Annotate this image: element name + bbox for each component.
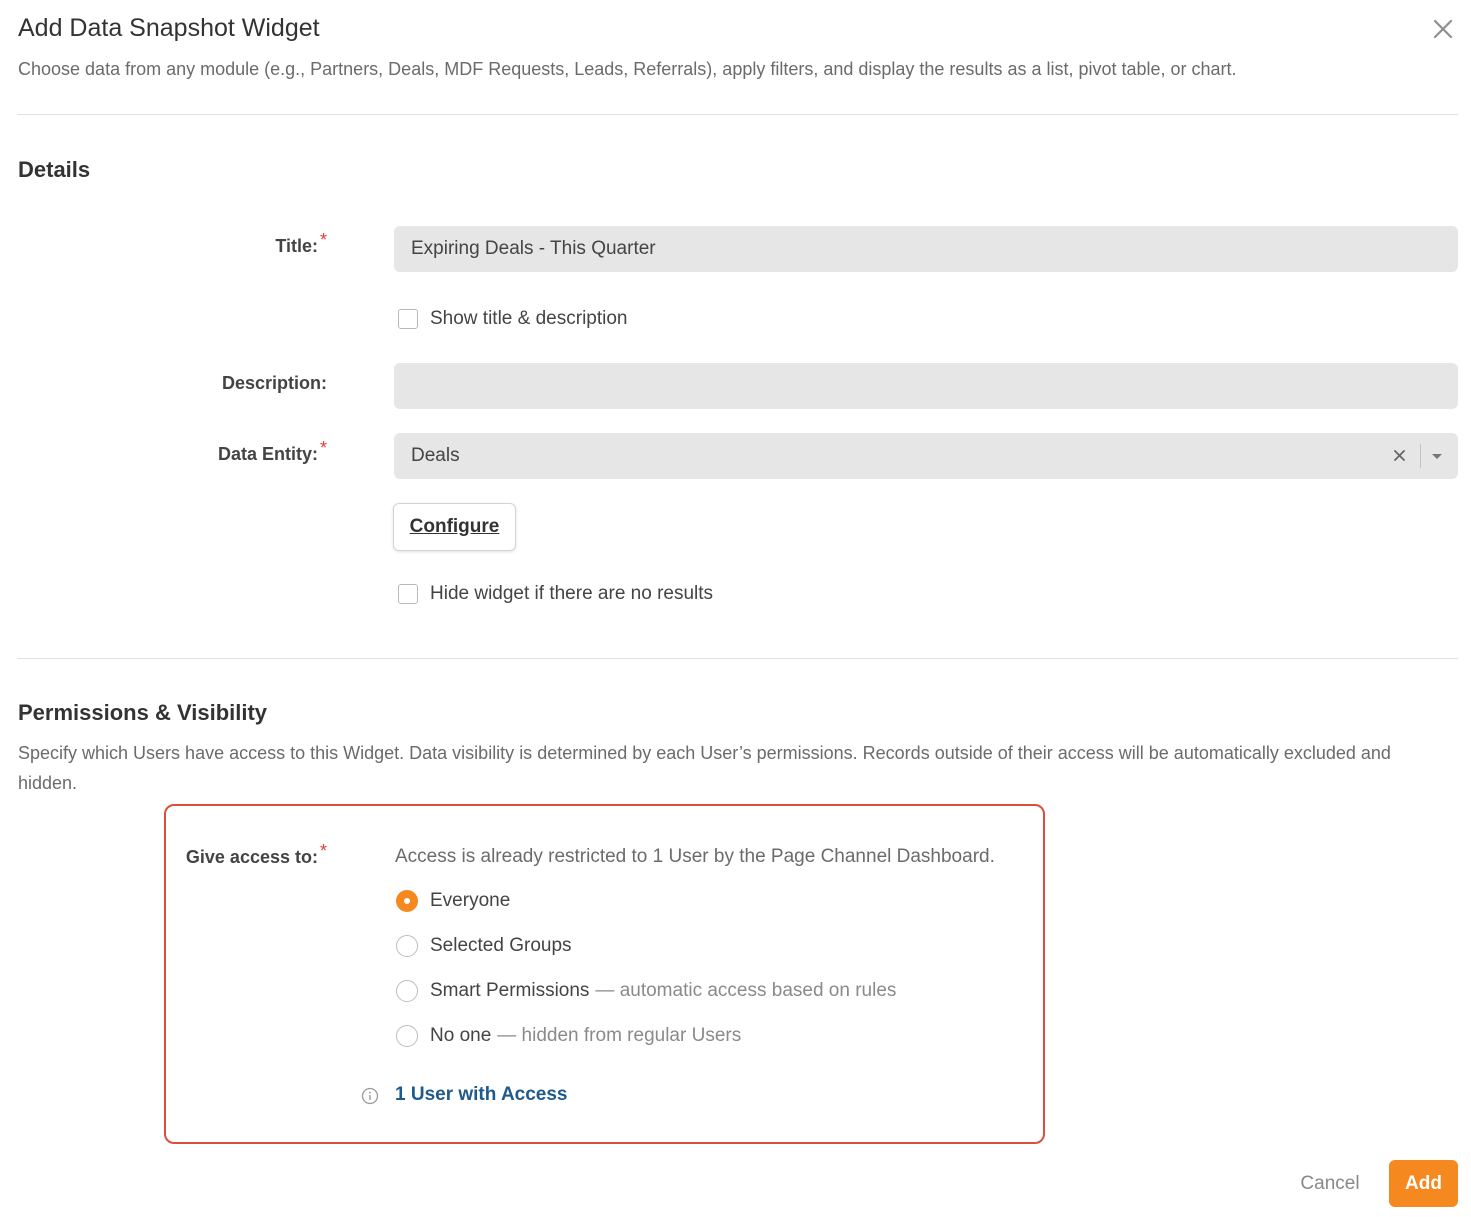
data-entity-value: Deals xyxy=(411,445,460,466)
close-button[interactable] xyxy=(1428,14,1458,44)
radio-button[interactable] xyxy=(396,1025,418,1047)
info-icon xyxy=(361,1087,379,1105)
configure-button[interactable]: Configure xyxy=(393,503,516,551)
select-separator xyxy=(1420,444,1421,468)
data-entity-label: Data Entity: * xyxy=(217,438,327,464)
permissions-heading: Permissions & Visibility xyxy=(18,700,268,725)
radio-button-selected[interactable] xyxy=(396,890,418,912)
details-heading: Details xyxy=(18,157,91,182)
clear-selection-icon[interactable] xyxy=(1390,443,1410,469)
hide-widget-label: Hide widget if there are no results xyxy=(430,583,714,604)
description-label: Description: xyxy=(221,373,327,393)
radio-label: Selected Groups xyxy=(430,935,572,956)
hide-widget-checkbox[interactable] xyxy=(398,584,418,604)
radio-label: Everyone xyxy=(430,890,511,911)
required-asterisk: * xyxy=(319,438,327,458)
access-restriction-note: Access is already restricted to 1 User b… xyxy=(395,846,995,867)
cancel-button[interactable]: Cancel xyxy=(1290,1162,1370,1206)
close-icon xyxy=(1433,19,1453,39)
permissions-description: Specify which Users have access to this … xyxy=(18,743,1391,793)
show-title-label: Show title & description xyxy=(430,308,628,329)
description-input[interactable] xyxy=(394,363,1458,409)
hide-widget-checkbox-row[interactable]: Hide widget if there are no results xyxy=(398,583,713,605)
show-title-checkbox[interactable] xyxy=(398,309,418,329)
radio-selected-groups[interactable]: Selected Groups xyxy=(396,935,572,957)
title-input[interactable] xyxy=(394,226,1458,272)
radio-everyone[interactable]: Everyone xyxy=(396,890,510,912)
data-entity-select[interactable]: Deals xyxy=(394,433,1458,479)
radio-hint: — hidden from regular Users xyxy=(497,1025,742,1046)
title-label: Title: * xyxy=(275,230,327,256)
radio-hint: — automatic access based on rules xyxy=(595,980,897,1001)
radio-button[interactable] xyxy=(396,980,418,1002)
dialog-subtitle: Choose data from any module (e.g., Partn… xyxy=(18,59,1237,79)
radio-label: Smart Permissions xyxy=(430,980,590,1001)
show-title-checkbox-row[interactable]: Show title & description xyxy=(398,308,628,330)
give-access-label: Give access to: * xyxy=(185,841,327,867)
chevron-down-icon[interactable] xyxy=(1429,447,1445,465)
radio-smart-permissions[interactable]: Smart Permissions — automatic access bas… xyxy=(396,980,896,1002)
radio-no-one[interactable]: No one — hidden from regular Users xyxy=(396,1025,741,1047)
radio-button[interactable] xyxy=(396,935,418,957)
header-divider xyxy=(17,114,1458,115)
radio-label: No one xyxy=(430,1025,492,1046)
required-asterisk: * xyxy=(319,230,327,250)
required-asterisk: * xyxy=(319,841,327,861)
users-with-access-link[interactable]: 1 User with Access xyxy=(395,1084,568,1106)
add-button[interactable]: Add xyxy=(1389,1160,1458,1207)
section-divider xyxy=(17,658,1458,659)
dialog-title: Add Data Snapshot Widget xyxy=(18,14,320,42)
